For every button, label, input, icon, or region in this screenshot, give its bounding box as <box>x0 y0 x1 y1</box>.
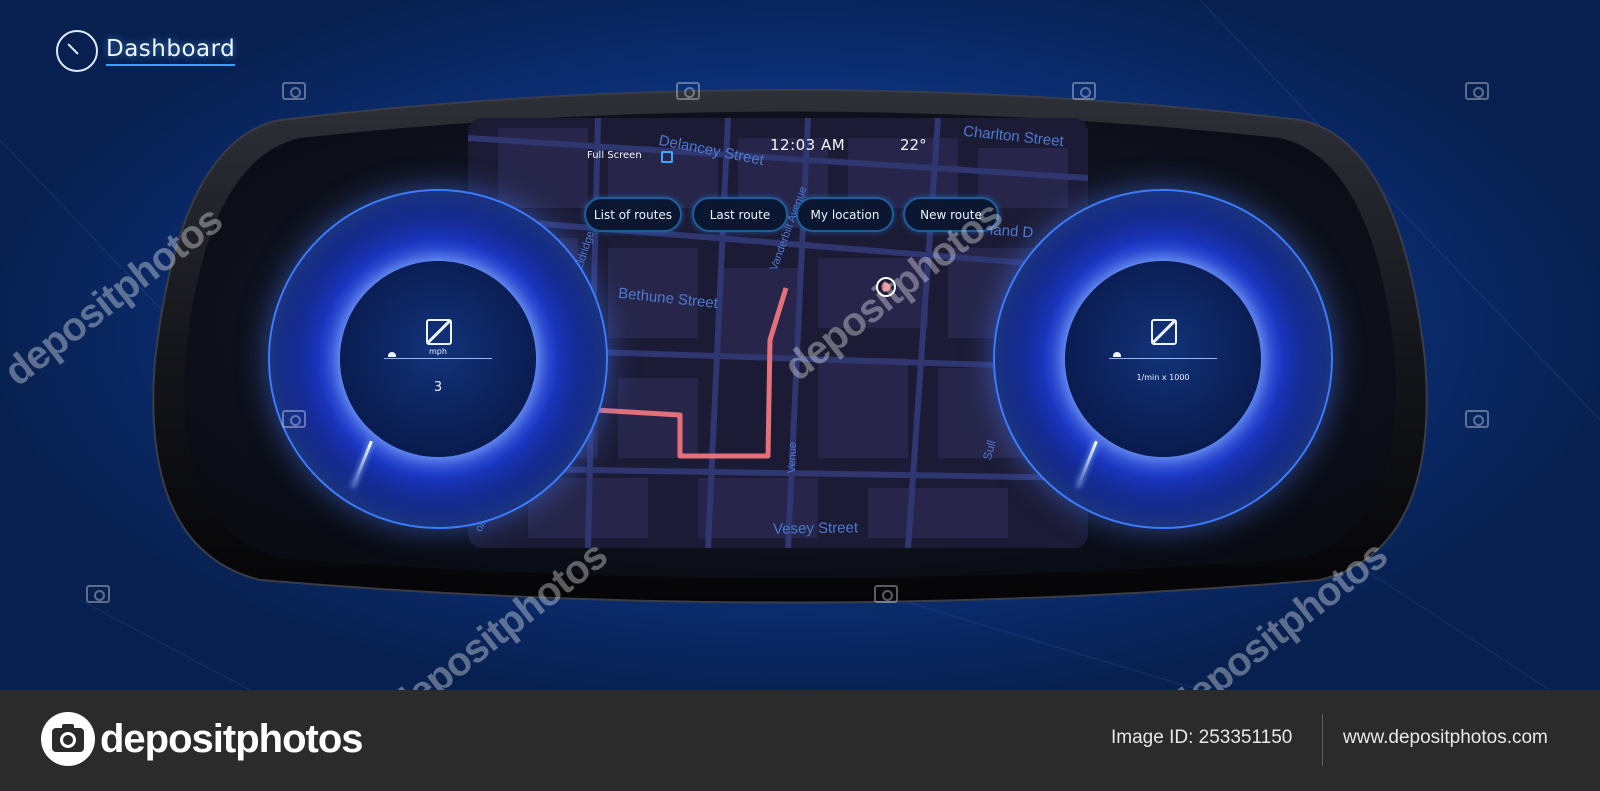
rpm-gauge: 1/min x 1000 <box>993 189 1333 529</box>
speed-unit: mph <box>429 347 447 356</box>
camera-watermark-icon <box>1465 410 1489 428</box>
speedometer-icon <box>56 30 98 72</box>
speed-gauge: mph 3 <box>268 189 608 529</box>
my-location-button[interactable]: My location <box>796 197 894 232</box>
camera-watermark-icon <box>676 82 700 100</box>
footer-brand: depositphotos <box>100 717 364 761</box>
app-title: Dashboard <box>56 30 236 72</box>
gauge-marker <box>1113 352 1121 357</box>
fullscreen-label: Full Screen <box>587 150 642 161</box>
no-signal-icon <box>426 319 452 345</box>
street-label: Vesey Street <box>772 519 859 538</box>
camera-watermark-icon <box>1072 82 1096 100</box>
rpm-unit: 1/min x 1000 <box>1136 373 1190 382</box>
camera-logo-icon <box>41 712 95 766</box>
gear-value: 3 <box>433 380 443 395</box>
camera-watermark-icon <box>874 585 898 603</box>
clock-time: 12:03 AM <box>770 136 846 154</box>
footer-url[interactable]: www.depositphotos.com <box>1343 727 1548 749</box>
speed-gauge-face: mph 3 <box>340 261 536 457</box>
image-id: Image ID: 253351150 <box>1111 727 1293 748</box>
camera-watermark-icon <box>282 410 306 428</box>
street-label: Venue <box>786 441 800 474</box>
fullscreen-icon[interactable] <box>661 151 673 163</box>
camera-watermark-icon <box>1465 82 1489 100</box>
gauge-divider <box>1109 358 1217 359</box>
dashboard-canvas: Dashboard Delancey Street Charlton Stree… <box>0 0 1600 690</box>
last-route-button[interactable]: Last route <box>692 197 788 232</box>
rpm-gauge-face: 1/min x 1000 <box>1065 261 1261 457</box>
no-signal-icon <box>1151 319 1177 345</box>
camera-watermark-icon <box>282 82 306 100</box>
footer-divider <box>1322 714 1323 766</box>
gauge-divider <box>384 358 492 359</box>
temperature-readout: 22° <box>900 136 927 154</box>
stock-footer: depositphotos Image ID: 253351150 www.de… <box>0 690 1600 791</box>
camera-watermark-icon <box>86 585 110 603</box>
app-title-text: Dashboard <box>106 36 236 66</box>
